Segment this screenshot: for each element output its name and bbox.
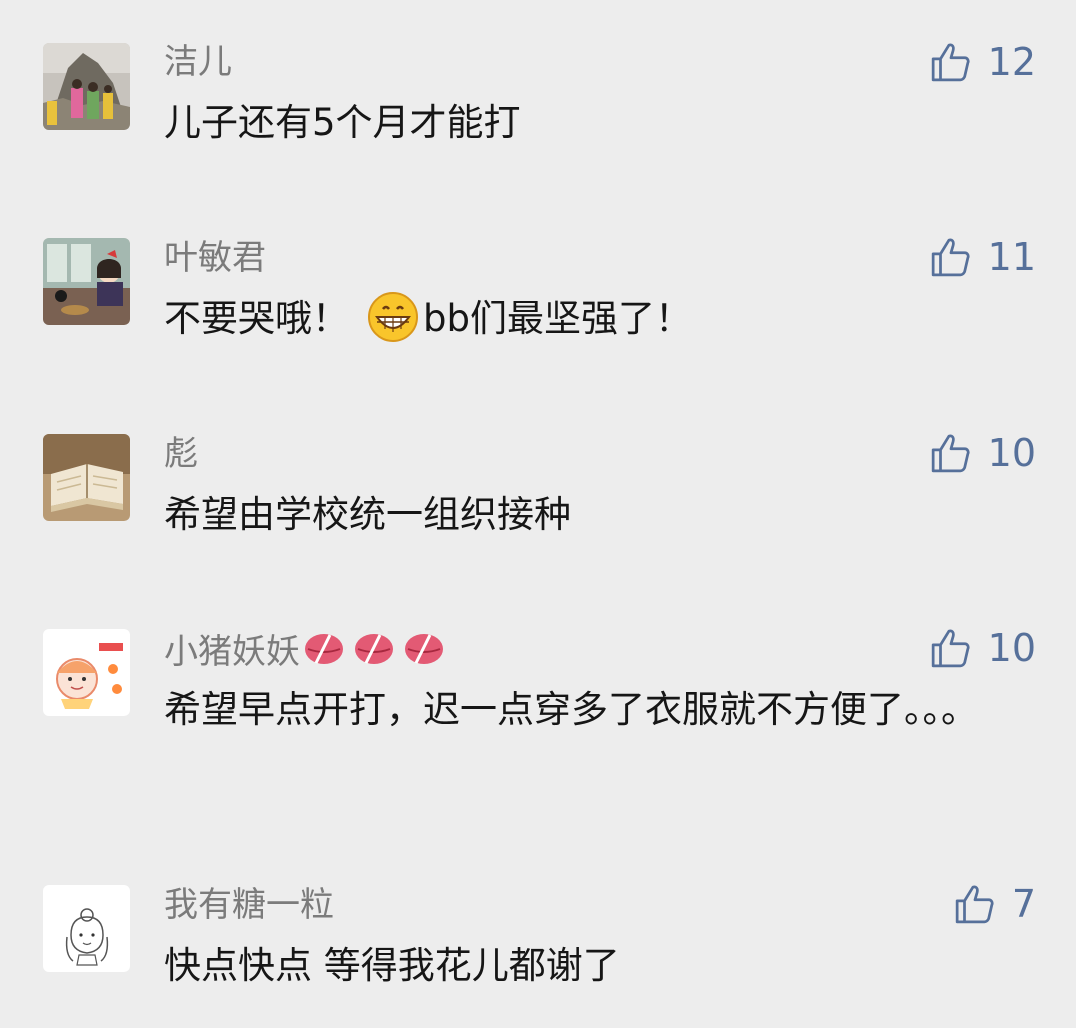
comment-text: 儿子还有5个月才能打 bbox=[164, 101, 521, 144]
grinning-face-icon bbox=[367, 291, 419, 362]
comment-text: 快点快点 等得我花儿都谢了 bbox=[164, 944, 620, 987]
comment-text: 不要哭哦！ bb们最坚强了！ bbox=[164, 288, 1024, 362]
like-button[interactable]: 10 bbox=[930, 626, 1036, 670]
username[interactable]: 小猪妖妖 bbox=[164, 629, 452, 678]
thumbs-up-icon bbox=[955, 885, 994, 924]
kiss-lips-icon bbox=[302, 629, 452, 678]
sketch-girl-icon bbox=[43, 885, 130, 972]
username[interactable]: 洁儿 bbox=[164, 42, 232, 82]
like-count: 10 bbox=[987, 626, 1036, 670]
anime-girl-window-icon bbox=[43, 238, 130, 325]
like-button[interactable]: 12 bbox=[930, 40, 1036, 84]
like-count: 7 bbox=[1011, 882, 1036, 926]
username[interactable]: 我有糖一粒 bbox=[164, 885, 334, 925]
comment-list: 洁儿 儿子还有5个月才能打 12 叶敏君 不要哭哦！ bb们最坚强了！ 11 彪… bbox=[0, 0, 1076, 1028]
thumbs-up-icon bbox=[931, 434, 970, 473]
like-button[interactable]: 7 bbox=[954, 882, 1036, 926]
avatar[interactable] bbox=[43, 885, 130, 972]
like-button[interactable]: 11 bbox=[930, 235, 1036, 279]
comment-text-after: bb们最坚强了！ bbox=[423, 297, 692, 340]
like-count: 11 bbox=[987, 235, 1036, 279]
thumbs-up-icon bbox=[931, 629, 970, 668]
avatar[interactable] bbox=[43, 43, 130, 130]
comment-text-before: 不要哭哦！ bbox=[164, 297, 349, 340]
like-button[interactable]: 10 bbox=[930, 431, 1036, 475]
comment-text: 希望由学校统一组织接种 bbox=[164, 493, 571, 536]
like-count: 12 bbox=[987, 40, 1036, 84]
mountain-people-photo-icon bbox=[43, 43, 130, 130]
username[interactable]: 彪 bbox=[164, 434, 198, 474]
cartoon-sticker-icon bbox=[43, 629, 130, 716]
thumbs-up-icon bbox=[931, 238, 970, 277]
thumbs-up-icon bbox=[931, 43, 970, 82]
username[interactable]: 叶敏君 bbox=[164, 238, 266, 278]
username-text: 小猪妖妖 bbox=[164, 632, 300, 672]
open-book-icon bbox=[43, 434, 130, 521]
like-count: 10 bbox=[987, 431, 1036, 475]
comment-text: 希望早点开打，迟一点穿多了衣服就不方便了。。。 bbox=[164, 688, 978, 731]
avatar[interactable] bbox=[43, 238, 130, 325]
avatar[interactable] bbox=[43, 629, 130, 716]
avatar[interactable] bbox=[43, 434, 130, 521]
